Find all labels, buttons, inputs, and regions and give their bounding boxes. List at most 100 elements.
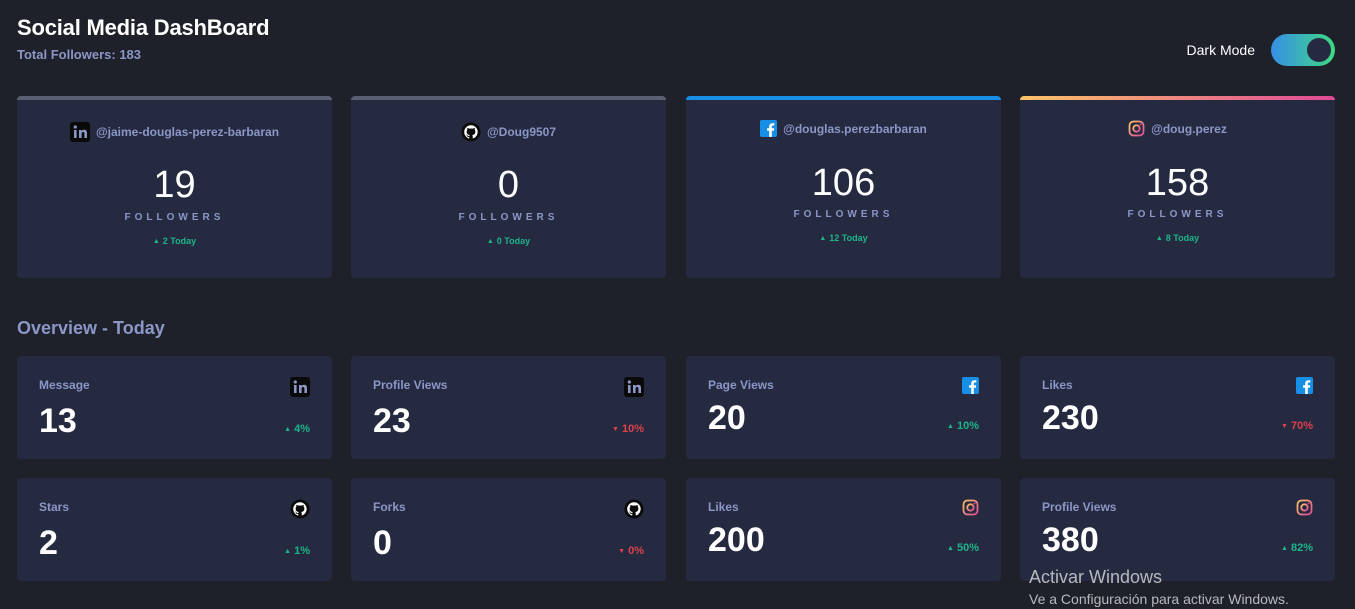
- up-arrow-icon: ▲: [1281, 545, 1288, 552]
- dark-mode-label: Dark Mode: [1186, 42, 1255, 58]
- tile-label: Likes: [1042, 378, 1073, 392]
- today-text: 8 Today: [1165, 233, 1200, 243]
- tile-label: Profile Views: [373, 378, 448, 392]
- overview-title: Overview - Today: [17, 318, 165, 338]
- up-arrow-icon: ▲: [947, 545, 954, 552]
- tile-label: Likes: [708, 500, 739, 514]
- toggle-knob[interactable]: [1307, 38, 1331, 62]
- header: Social Media DashBoard Total Followers: …: [17, 15, 270, 62]
- card-topbar: [351, 96, 666, 100]
- tile-label: Forks: [373, 500, 406, 514]
- tile-value: 2: [39, 524, 58, 562]
- followers-label: FOLLOWERS: [124, 212, 225, 223]
- change-text: 50%: [956, 542, 979, 554]
- followers-count: 0: [497, 164, 520, 206]
- tile-value: 380: [1042, 521, 1099, 559]
- change-text: 0%: [628, 545, 644, 557]
- card-instagram[interactable]: @doug.perez 158 FOLLOWERS ▲ 8 Today: [1020, 96, 1335, 278]
- card-topbar: [17, 96, 332, 100]
- overview-tile-linkedin-message[interactable]: Message 13 ▲ 4%: [17, 356, 332, 459]
- today-change: ▲ 8 Today: [1020, 233, 1335, 243]
- page-title: Social Media DashBoard: [17, 15, 270, 40]
- down-arrow-icon: ▼: [618, 548, 626, 555]
- tile-change: ▲ 4%: [284, 423, 310, 435]
- change-text: 82%: [1290, 542, 1313, 554]
- handle-text: @jaime-douglas-perez-barbaran: [95, 125, 280, 139]
- today-text: 12 Today: [829, 233, 868, 243]
- tile-change: ▼ 10%: [612, 423, 644, 435]
- followers-label: FOLLOWERS: [458, 212, 559, 223]
- down-arrow-icon: ▼: [1281, 423, 1288, 430]
- card-topbar: [1020, 96, 1335, 100]
- dark-mode-toggle[interactable]: [1271, 34, 1335, 66]
- windows-activation-watermark: Activar Windows Ve a Configuración para …: [1029, 567, 1289, 607]
- card-github[interactable]: @Doug9507 0 FOLLOWERS ▲ 0 Today: [351, 96, 666, 278]
- up-arrow-icon: ▲: [152, 238, 160, 245]
- tile-value: 23: [373, 402, 411, 440]
- card-handle: @jaime-douglas-perez-barbaran: [17, 122, 332, 142]
- github-icon: [461, 122, 481, 142]
- tile-value: 13: [39, 402, 77, 440]
- tile-change: ▲ 10%: [947, 420, 979, 432]
- tile-value: 20: [708, 399, 746, 437]
- followers-count: 158: [1145, 162, 1210, 204]
- tile-label: Page Views: [708, 378, 774, 392]
- linkedin-icon: [69, 122, 90, 142]
- tile-value: 200: [708, 521, 765, 559]
- down-arrow-icon: ▼: [612, 426, 619, 433]
- change-text: 10%: [956, 420, 979, 432]
- tile-label: Message: [39, 378, 90, 392]
- linkedin-icon: [624, 377, 644, 397]
- followers-count: 106: [811, 162, 876, 204]
- overview-tile-facebook-page-views[interactable]: Page Views 20 ▲ 10%: [686, 356, 1001, 459]
- tile-change: ▼ 70%: [1281, 420, 1313, 432]
- instagram-icon: [962, 499, 979, 516]
- up-arrow-icon: ▲: [486, 238, 494, 245]
- card-handle: @Doug9507: [351, 122, 666, 142]
- dark-mode-toggle-group: Dark Mode: [1187, 34, 1335, 66]
- facebook-icon: [760, 120, 778, 137]
- watermark-subtitle: Ve a Configuración para activar Windows.: [1029, 591, 1289, 607]
- tile-change: ▲ 82%: [1281, 542, 1313, 554]
- handle-text: @douglas.perezbarbaran: [783, 121, 927, 136]
- follower-cards: @jaime-douglas-perez-barbaran 19 FOLLOWE…: [17, 96, 1335, 278]
- tile-label: Stars: [39, 500, 70, 514]
- total-followers: Total Followers: 183: [17, 47, 142, 62]
- card-facebook[interactable]: @douglas.perezbarbaran 106 FOLLOWERS ▲ 12…: [686, 96, 1001, 278]
- overview-tile-instagram-likes[interactable]: Likes 200 ▲ 50%: [686, 478, 1001, 581]
- today-change: ▲ 2 Today: [17, 236, 332, 246]
- today-change: ▲ 12 Today: [686, 233, 1001, 243]
- card-linkedin[interactable]: @jaime-douglas-perez-barbaran 19 FOLLOWE…: [17, 96, 332, 278]
- up-arrow-icon: ▲: [1155, 235, 1163, 242]
- followers-label: FOLLOWERS: [793, 209, 894, 220]
- followers-count: 19: [153, 164, 196, 206]
- card-handle: @douglas.perezbarbaran: [686, 120, 1001, 137]
- overview-tile-github-stars[interactable]: Stars 2 ▲ 1%: [17, 478, 332, 581]
- github-icon: [624, 499, 644, 519]
- overview-tile-instagram-profile-views[interactable]: Profile Views 380 ▲ 82%: [1020, 478, 1335, 581]
- card-topbar: [686, 96, 1001, 100]
- linkedin-icon: [290, 377, 310, 397]
- overview-tile-github-forks[interactable]: Forks 0 ▼ 0%: [351, 478, 666, 581]
- change-text: 10%: [621, 423, 644, 435]
- instagram-icon: [1128, 120, 1145, 137]
- today-text: 0 Today: [496, 236, 531, 246]
- change-text: 1%: [294, 545, 310, 557]
- instagram-icon: [1296, 499, 1313, 516]
- facebook-icon: [1296, 377, 1313, 394]
- change-text: 70%: [1290, 420, 1313, 432]
- today-change: ▲ 0 Today: [351, 236, 666, 246]
- github-icon: [290, 499, 310, 519]
- followers-label: FOLLOWERS: [1127, 209, 1228, 220]
- up-arrow-icon: ▲: [284, 548, 292, 555]
- up-arrow-icon: ▲: [819, 235, 827, 242]
- tile-change: ▲ 50%: [947, 542, 979, 554]
- change-text: 4%: [294, 423, 310, 435]
- overview-tile-linkedin-profile-views[interactable]: Profile Views 23 ▼ 10%: [351, 356, 666, 459]
- watermark-title: Activar Windows: [1029, 567, 1163, 587]
- tile-value: 230: [1042, 399, 1099, 437]
- facebook-icon: [962, 377, 979, 394]
- tile-value: 0: [373, 524, 392, 562]
- tile-label: Profile Views: [1042, 500, 1117, 514]
- overview-tile-facebook-likes[interactable]: Likes 230 ▼ 70%: [1020, 356, 1335, 459]
